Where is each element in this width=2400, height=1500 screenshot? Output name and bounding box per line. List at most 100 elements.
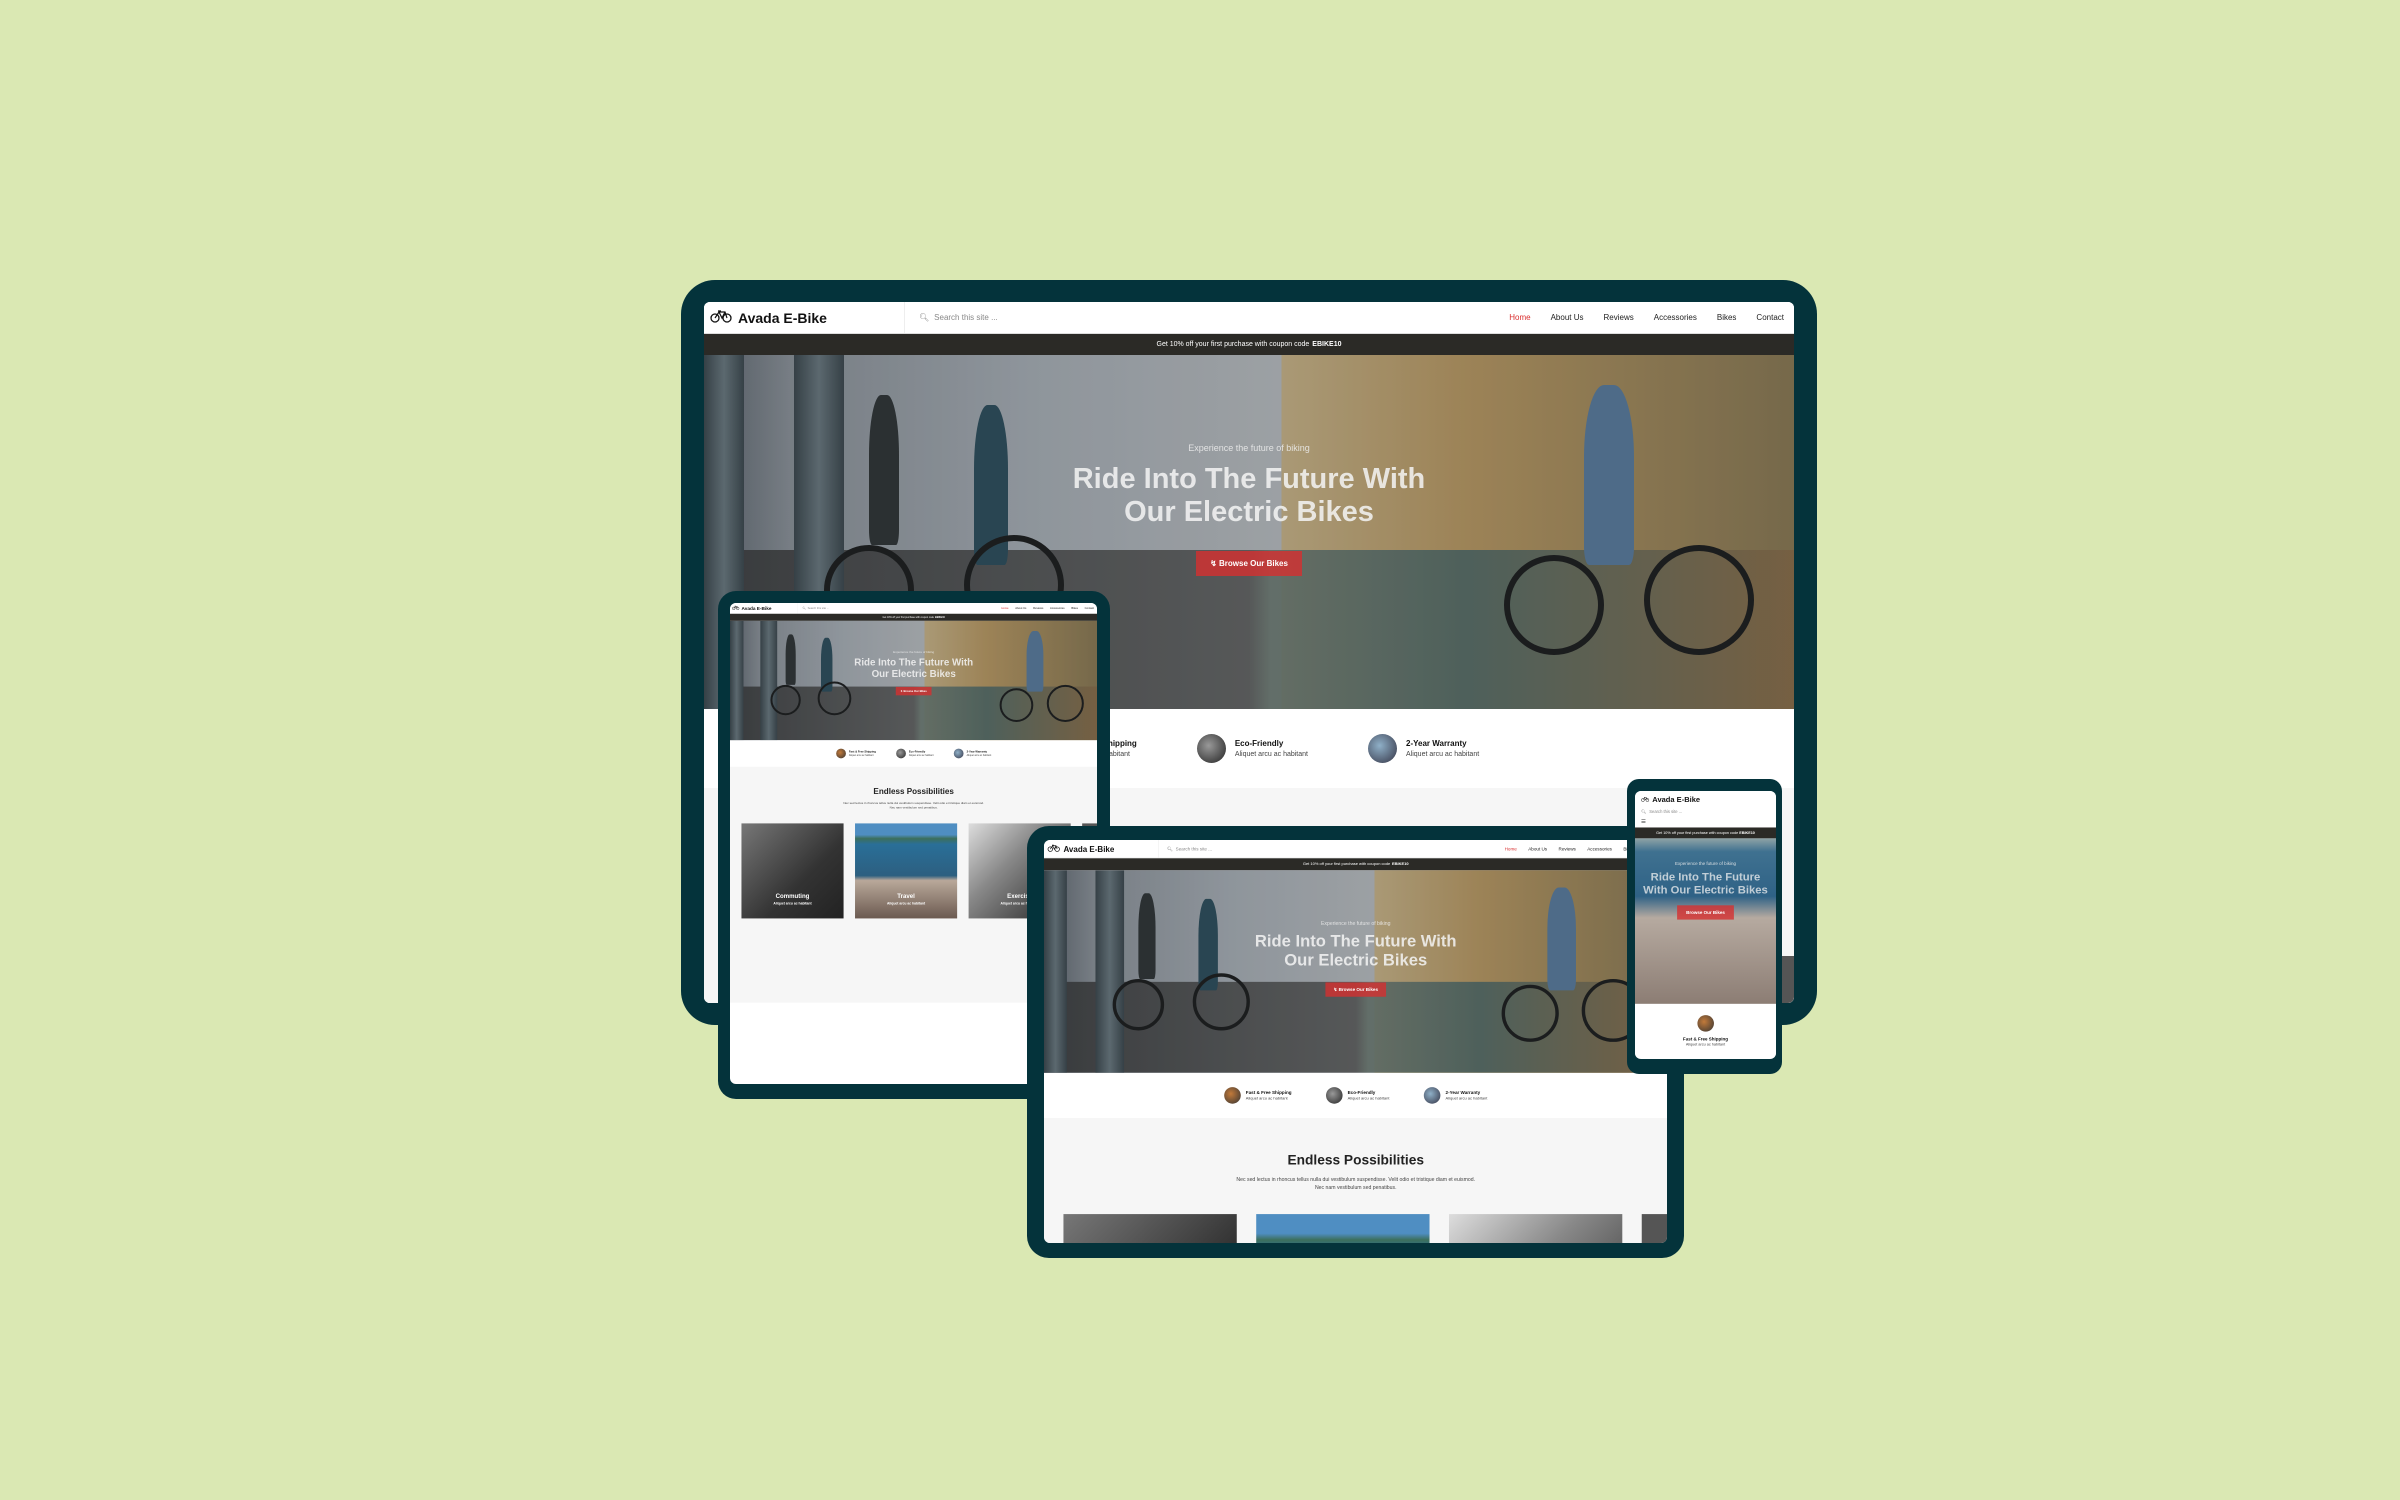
hero-eyebrow: Experience the future of biking bbox=[893, 650, 935, 654]
logo[interactable]: Avada E-Bike bbox=[1047, 840, 1159, 858]
search-placeholder: Search this site ... bbox=[1175, 846, 1213, 852]
button-label: Browse Our Bikes bbox=[903, 689, 927, 693]
bicycle-icon bbox=[1641, 796, 1650, 805]
nav-item[interactable]: Home bbox=[1509, 313, 1530, 322]
search-input[interactable]: 🔍︎ Search this site ... bbox=[802, 607, 1001, 610]
nav-item[interactable]: Accessories bbox=[1654, 313, 1697, 322]
nav-item[interactable]: Bikes bbox=[1071, 607, 1078, 610]
feature-title: 2-Year Warranty bbox=[966, 750, 988, 754]
feature-title: Fast & Free Shipping bbox=[1682, 1036, 1729, 1042]
hero-eyebrow: Experience the future of biking bbox=[1675, 860, 1736, 867]
hero-title: Ride Into The Future With Our Electric B… bbox=[1643, 870, 1768, 896]
nav-item[interactable]: Contact bbox=[1756, 313, 1784, 322]
feature-text: Aliquet arcu ac habitant bbox=[1445, 1096, 1488, 1101]
nav-item[interactable]: Bikes bbox=[1717, 313, 1737, 322]
hero-eyebrow: Experience the future of biking bbox=[1320, 920, 1391, 927]
bolt-icon: ↯ bbox=[1210, 559, 1219, 568]
search-icon: 🔍︎ bbox=[1166, 846, 1173, 852]
feature-text: Aliquet arcu ac habitant bbox=[1406, 751, 1480, 758]
promo-bar: Get 10% off your first purchase with cou… bbox=[1044, 858, 1667, 871]
brand-name: Avada E-Bike bbox=[738, 309, 827, 326]
browse-bikes-button[interactable]: ↯ Browse Our Bikes bbox=[1196, 551, 1302, 576]
category-card[interactable] bbox=[1641, 1214, 1667, 1243]
nav-item[interactable]: About Us bbox=[1015, 607, 1026, 610]
site-header: Avada E-Bike 🔍︎ Search this site ... Home… bbox=[1044, 840, 1667, 859]
feature-title: Eco-Friendly bbox=[908, 750, 926, 754]
nav-item[interactable]: Contact bbox=[1085, 607, 1094, 610]
logo[interactable]: Avada E-Bike bbox=[732, 603, 798, 614]
logo[interactable]: Avada E-Bike bbox=[1641, 796, 1770, 805]
section-title: Endless Possibilities bbox=[1287, 1152, 1425, 1168]
brand-name: Avada E-Bike bbox=[1652, 795, 1701, 804]
feature-item: 2-Year Warranty Aliquet arcu ac habitant bbox=[1368, 734, 1479, 763]
nav-item[interactable]: Reviews bbox=[1033, 607, 1043, 610]
feature-text: Aliquet arcu ac habitant bbox=[1245, 1096, 1288, 1101]
nav-item[interactable]: About Us bbox=[1551, 313, 1584, 322]
card-text: Aliquet arcu ac habitant bbox=[886, 901, 926, 906]
promo-code: EBIKE10 bbox=[934, 616, 945, 619]
promo-text: Get 10% off your first purchase with cou… bbox=[882, 616, 934, 619]
feature-title: 2-Year Warranty bbox=[1445, 1089, 1481, 1096]
nav-item[interactable]: Accessories bbox=[1050, 607, 1065, 610]
search-input[interactable]: 🔍︎ Search this site ... bbox=[919, 313, 1509, 322]
promo-text: Get 10% off your first purchase with cou… bbox=[1156, 341, 1310, 348]
hamburger-menu-icon[interactable]: ☰ bbox=[1641, 818, 1770, 824]
features-row: Fast & Free ShippingAliquet arcu ac habi… bbox=[1044, 1072, 1667, 1118]
logo[interactable]: Avada E-Bike bbox=[710, 302, 905, 333]
main-nav: Home About Us Reviews Accessories Bikes Conta… bbox=[1001, 607, 1095, 610]
phone-mockup-screen: Avada E-Bike 🔍︎ Search this site ... ☰ Ge… bbox=[1635, 791, 1776, 1059]
feature-image bbox=[896, 748, 906, 759]
category-card[interactable]: TravelAliquet arcu ac habitant bbox=[855, 823, 958, 919]
card-text: Aliquet arcu ac habitant bbox=[773, 901, 812, 906]
site-header: Avada E-Bike 🔍︎ Search this site ... Home… bbox=[704, 302, 1794, 334]
feature-item: 2-Year Warranty Aliquet arcu ac habitant bbox=[1423, 1087, 1488, 1104]
hero-title: Ride Into The Future With Our Electric B… bbox=[854, 657, 974, 680]
card-title: Travel bbox=[897, 892, 915, 900]
search-input[interactable]: 🔍︎ Search this site ... bbox=[1167, 846, 1505, 851]
hero-title: Ride Into The Future With Our Electric B… bbox=[1072, 463, 1426, 528]
main-nav: Home About Us Reviews Accessories Bikes Conta… bbox=[1509, 313, 1788, 322]
feature-text: Aliquet arcu ac habitant bbox=[1347, 1096, 1390, 1101]
feature-item: 2-Year Warranty Aliquet arcu ac habitant bbox=[953, 748, 991, 759]
promo-bar: Get 10% off your first purchase with cou… bbox=[704, 334, 1794, 355]
feature-text: Aliquet arcu ac habitant bbox=[848, 754, 874, 757]
feature-image bbox=[1423, 1087, 1441, 1104]
browse-bikes-button[interactable]: ↯ Browse Our Bikes bbox=[1325, 982, 1387, 997]
promo-bar: Get 10% off your first purchase with cou… bbox=[730, 613, 1097, 621]
browse-bikes-button[interactable]: ↯ Browse Our Bikes bbox=[895, 686, 932, 696]
hero-title: Ride Into The Future With Our Electric B… bbox=[1254, 932, 1457, 970]
nav-item[interactable]: About Us bbox=[1528, 846, 1547, 851]
category-card[interactable]: CommutingAliquet arcu ac habitant bbox=[1063, 1214, 1237, 1243]
button-label: Browse Our Bikes bbox=[1219, 559, 1288, 568]
feature-item: Fast & Free ShippingAliquet arcu ac habi… bbox=[836, 748, 876, 759]
category-card[interactable]: CommutingAliquet arcu ac habitant bbox=[741, 823, 844, 919]
feature-image bbox=[1196, 734, 1226, 763]
hero-banner: Experience the future of biking Ride Int… bbox=[1044, 870, 1667, 1073]
nav-item[interactable]: Reviews bbox=[1559, 846, 1576, 851]
feature-image bbox=[1325, 1087, 1343, 1104]
nav-item[interactable]: Home bbox=[1505, 846, 1517, 851]
feature-item: Eco-Friendly Aliquet arcu ac habitant bbox=[896, 748, 934, 759]
hero-eyebrow: Experience the future of biking bbox=[1188, 443, 1310, 453]
promo-code: EBIKE10 bbox=[1739, 830, 1755, 835]
feature-text: Aliquet arcu ac habitant bbox=[1234, 751, 1308, 758]
browse-bikes-button[interactable]: Browse Our Bikes bbox=[1677, 905, 1734, 920]
brand-name: Avada E-Bike bbox=[741, 605, 772, 611]
category-card[interactable]: TravelAliquet arcu ac habitant bbox=[1256, 1214, 1430, 1243]
promo-bar: Get 10% off your first purchase with cou… bbox=[1635, 827, 1776, 839]
feature-item: Fast & Free ShippingAliquet arcu ac habi… bbox=[1635, 1004, 1776, 1058]
search-input[interactable]: 🔍︎ Search this site ... bbox=[1641, 809, 1770, 815]
button-label: Browse Our Bikes bbox=[1338, 987, 1379, 993]
feature-text: Aliquet arcu ac habitant bbox=[908, 754, 934, 757]
nav-item[interactable]: Home bbox=[1001, 607, 1008, 610]
category-card[interactable]: ExerciseAliquet arcu ac habitant bbox=[1448, 1214, 1623, 1243]
feature-image bbox=[1368, 734, 1397, 763]
tablet-mockup-front-screen: Avada E-Bike 🔍︎ Search this site ... Home… bbox=[1044, 840, 1667, 1243]
feature-image bbox=[1697, 1015, 1714, 1032]
nav-item[interactable]: Reviews bbox=[1604, 313, 1634, 322]
feature-title: Eco-Friendly bbox=[1234, 739, 1284, 748]
nav-item[interactable]: Accessories bbox=[1587, 846, 1612, 851]
site-header: Avada E-Bike 🔍︎ Search this site ... Home… bbox=[730, 603, 1097, 614]
feature-text: Aliquet arcu ac habitant bbox=[1685, 1042, 1726, 1047]
bicycle-icon bbox=[1047, 844, 1060, 854]
